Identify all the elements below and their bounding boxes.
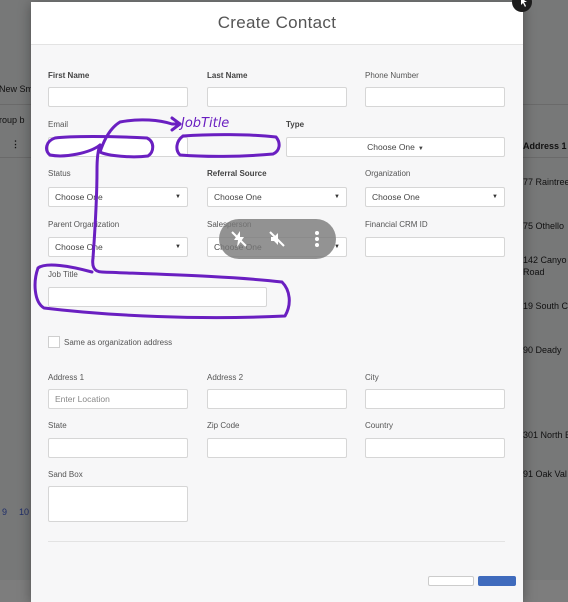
flash-off-icon[interactable] bbox=[229, 229, 249, 249]
zip-code-input[interactable] bbox=[207, 438, 347, 458]
referral-source-selected-value: Choose One bbox=[214, 192, 262, 202]
job-title-label: Job Title bbox=[48, 270, 78, 279]
type-select[interactable]: Choose One ▼ bbox=[286, 137, 505, 157]
type-selected-value: Choose One bbox=[367, 142, 415, 152]
mute-icon[interactable] bbox=[267, 229, 287, 249]
organization-select[interactable]: Choose One ▼ bbox=[365, 187, 505, 207]
state-label: State bbox=[48, 421, 67, 430]
chevron-down-icon: ▼ bbox=[334, 194, 340, 200]
financial-crm-id-label: Financial CRM ID bbox=[365, 220, 428, 229]
phone-number-input[interactable] bbox=[365, 87, 505, 107]
job-title-input[interactable] bbox=[48, 287, 267, 307]
parent-organization-selected-value: Choose One bbox=[55, 242, 103, 252]
close-button[interactable] bbox=[512, 0, 532, 12]
parent-organization-select[interactable]: Choose One ▼ bbox=[48, 237, 188, 257]
same-as-org-checkbox[interactable] bbox=[48, 336, 60, 348]
address1-label: Address 1 bbox=[48, 373, 85, 382]
country-input[interactable] bbox=[365, 438, 505, 458]
more-vertical-icon[interactable] bbox=[307, 229, 327, 249]
cancel-button[interactable] bbox=[428, 576, 474, 586]
organization-selected-value: Choose One bbox=[372, 192, 420, 202]
state-input[interactable] bbox=[48, 438, 188, 458]
footer-divider bbox=[48, 541, 505, 542]
last-name-input[interactable] bbox=[207, 87, 347, 107]
email-label: Email bbox=[48, 120, 69, 129]
modal-title: Create Contact bbox=[217, 13, 337, 32]
save-button[interactable] bbox=[478, 576, 516, 586]
last-name-label: Last Name bbox=[207, 71, 248, 80]
referral-source-label: Referral Source bbox=[207, 169, 267, 178]
phone-number-label: Phone Number bbox=[365, 71, 419, 80]
chevron-down-icon: ▼ bbox=[175, 194, 181, 200]
first-name-label: First Name bbox=[48, 71, 90, 80]
referral-source-select[interactable]: Choose One ▼ bbox=[207, 187, 347, 207]
status-select[interactable]: Choose One ▼ bbox=[48, 187, 188, 207]
organization-label: Organization bbox=[365, 169, 411, 178]
first-name-input[interactable] bbox=[48, 87, 188, 107]
sandbox-textarea[interactable] bbox=[48, 486, 188, 522]
parent-organization-label: Parent Organization bbox=[48, 220, 120, 229]
type-label: Type bbox=[286, 120, 305, 129]
city-input[interactable] bbox=[365, 389, 505, 409]
email-input[interactable] bbox=[48, 137, 188, 157]
zip-code-label: Zip Code bbox=[207, 421, 240, 430]
chevron-down-icon: ▼ bbox=[175, 244, 181, 250]
country-label: Country bbox=[365, 421, 394, 430]
status-label: Status bbox=[48, 169, 71, 178]
status-selected-value: Choose One bbox=[55, 192, 103, 202]
address2-label: Address 2 bbox=[207, 373, 244, 382]
media-control-overlay bbox=[219, 219, 336, 259]
same-as-org-label: Same as organization address bbox=[64, 338, 173, 347]
city-label: City bbox=[365, 373, 379, 382]
chevron-down-icon: ▼ bbox=[417, 146, 424, 152]
sandbox-label: Sand Box bbox=[48, 470, 83, 479]
chevron-down-icon: ▼ bbox=[492, 194, 498, 200]
modal-header: Create Contact bbox=[31, 2, 523, 45]
address1-input[interactable]: Enter Location bbox=[48, 389, 188, 409]
cursor-hand-icon bbox=[521, 0, 527, 7]
financial-crm-id-input[interactable] bbox=[365, 237, 505, 257]
address2-input[interactable] bbox=[207, 389, 347, 409]
